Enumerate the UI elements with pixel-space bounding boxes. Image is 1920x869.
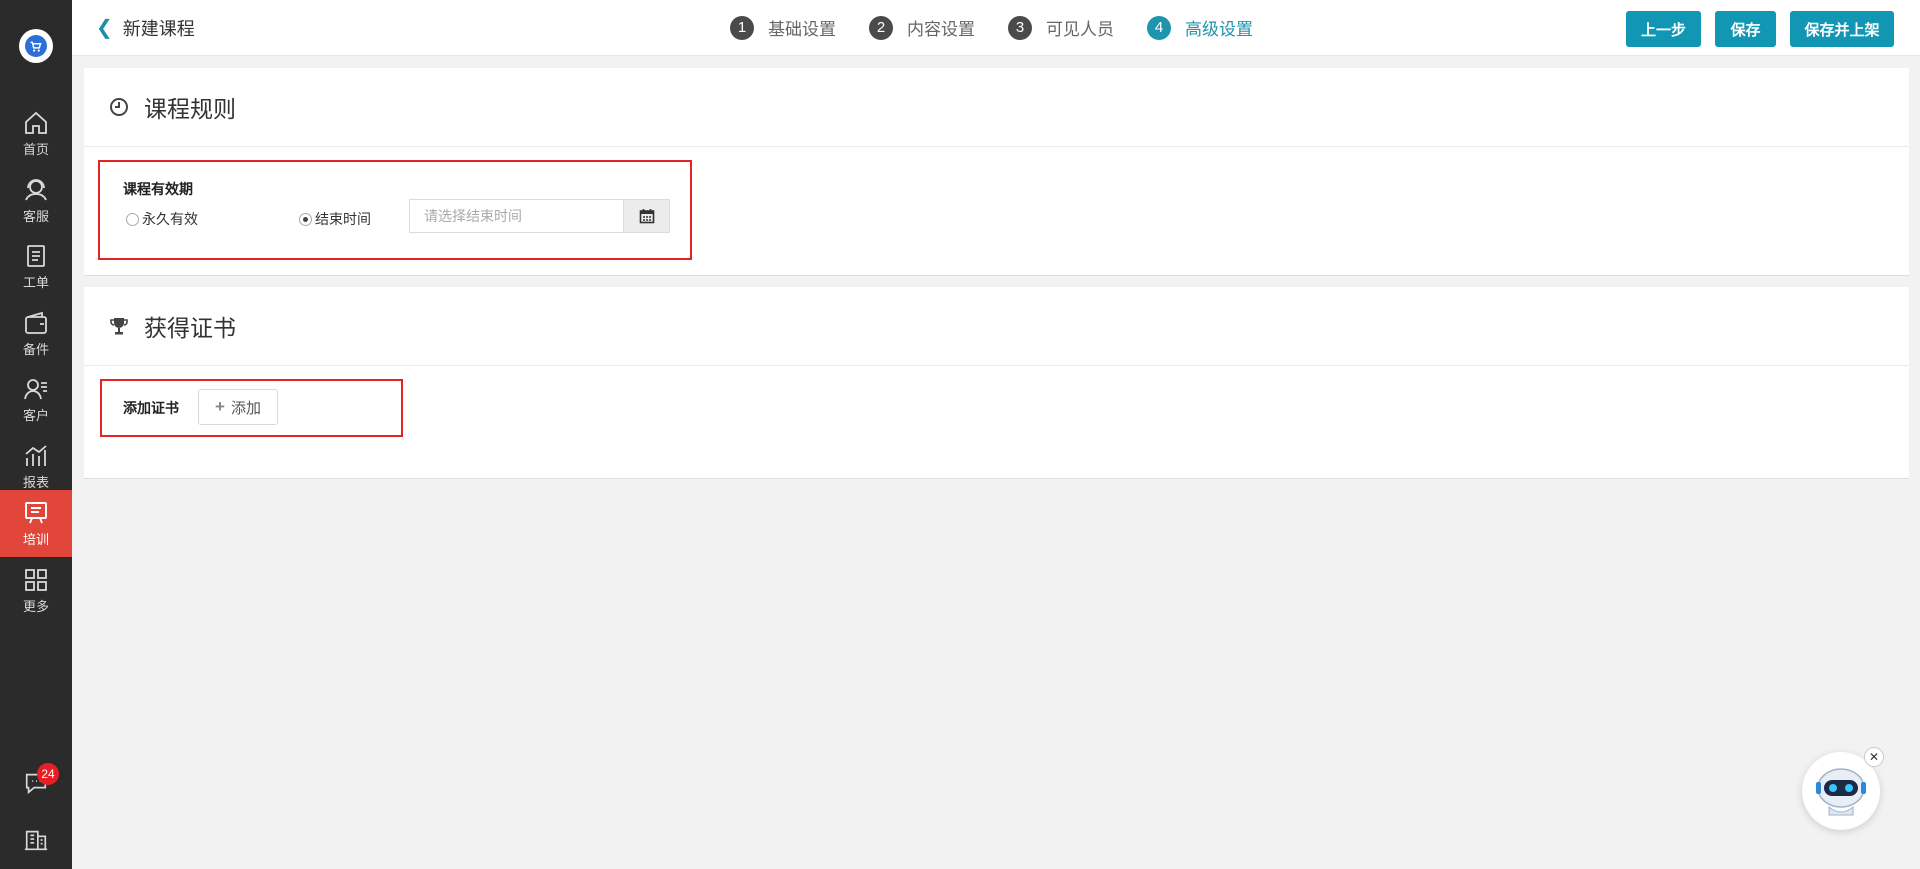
step-basic[interactable]: 1 基础设置 bbox=[730, 15, 836, 40]
calendar-button[interactable] bbox=[623, 199, 670, 233]
app-logo[interactable] bbox=[19, 29, 53, 63]
radio-label: 结束时间 bbox=[315, 211, 371, 227]
close-assistant-button[interactable]: ✕ bbox=[1864, 747, 1884, 767]
course-rules-header: 课程规则 bbox=[84, 68, 1909, 147]
sidebar-item-label: 客服 bbox=[22, 208, 49, 224]
sidebar-item-workorder[interactable]: 工单 bbox=[0, 233, 72, 299]
save-and-publish-button[interactable]: 保存并上架 bbox=[1790, 11, 1894, 47]
building-icon bbox=[24, 830, 48, 851]
add-certificate-label: 添加证书 bbox=[123, 400, 179, 416]
step-content[interactable]: 2 内容设置 bbox=[869, 15, 975, 40]
plus-icon: + bbox=[215, 397, 225, 416]
training-icon bbox=[25, 502, 47, 524]
sidebar-item-label: 首页 bbox=[22, 141, 49, 157]
sidebar-item-label: 更多 bbox=[22, 598, 49, 614]
section-title: 获得证书 bbox=[144, 315, 236, 341]
headset-icon bbox=[25, 178, 47, 200]
customer-icon bbox=[24, 378, 47, 399]
radio-label: 永久有效 bbox=[142, 211, 198, 227]
messages-button[interactable]: 24 bbox=[0, 763, 72, 803]
sidebar-item-label: 工单 bbox=[22, 274, 49, 290]
sidebar-item-label: 报表 bbox=[22, 474, 49, 490]
grid-icon bbox=[25, 568, 47, 591]
chevron-left-icon: ❮ bbox=[96, 17, 113, 39]
step-label: 基础设置 bbox=[768, 20, 836, 39]
step-number: 2 bbox=[869, 15, 893, 40]
cart-logo-icon bbox=[25, 35, 47, 57]
close-icon: ✕ bbox=[1868, 750, 1880, 764]
step-number: 1 bbox=[730, 15, 754, 40]
add-button-label: 添加 bbox=[230, 399, 261, 417]
end-time-input[interactable]: 请选择结束时间 bbox=[409, 199, 623, 233]
step-label: 内容设置 bbox=[907, 20, 975, 39]
sidebar-item-customer[interactable]: 客户 bbox=[0, 366, 72, 432]
chart-icon bbox=[25, 444, 47, 466]
sidebar-item-label: 客户 bbox=[22, 407, 49, 423]
radio-button[interactable] bbox=[126, 212, 139, 226]
radio-forever[interactable]: 永久有效 bbox=[126, 209, 198, 229]
sidebar-item-more[interactable]: 更多 bbox=[0, 557, 72, 623]
step-indicator: 1 基础设置 2 内容设置 3 可见人员 4 高级设置 bbox=[730, 0, 1286, 55]
step-number: 3 bbox=[1008, 15, 1032, 40]
sidebar-item-label: 备件 bbox=[22, 341, 49, 357]
certificate-header: 获得证书 bbox=[84, 287, 1909, 366]
save-button[interactable]: 保存 bbox=[1715, 11, 1776, 47]
step-number: 4 bbox=[1147, 15, 1171, 40]
sidebar-item-parts[interactable]: 备件 bbox=[0, 300, 72, 366]
page-title: 新建课程 bbox=[122, 18, 195, 39]
message-count-badge: 24 bbox=[37, 763, 59, 785]
top-header: ❮ 新建课程 1 基础设置 2 内容设置 3 可见人员 4 高级设置 上一步 保… bbox=[72, 0, 1920, 56]
step-visibility[interactable]: 3 可见人员 bbox=[1008, 15, 1114, 40]
sidebar-item-label: 培训 bbox=[22, 532, 49, 547]
company-button[interactable] bbox=[0, 820, 72, 860]
trophy-icon bbox=[110, 318, 128, 335]
clipboard-icon bbox=[27, 244, 45, 267]
end-time-placeholder: 请选择结束时间 bbox=[424, 208, 522, 224]
step-label: 高级设置 bbox=[1185, 20, 1253, 39]
step-advanced[interactable]: 4 高级设置 bbox=[1147, 15, 1253, 40]
previous-step-button[interactable]: 上一步 bbox=[1626, 11, 1701, 47]
clock-icon bbox=[110, 98, 128, 116]
radio-button-selected[interactable] bbox=[299, 212, 312, 226]
home-icon bbox=[25, 111, 47, 134]
sidebar-item-home[interactable]: 首页 bbox=[0, 100, 72, 166]
sidebar: 首页 客服 工单 备件 客户 报表 培训 更多 24 bbox=[0, 0, 72, 869]
back-button[interactable]: ❮ 新建课程 bbox=[96, 0, 195, 55]
validity-label: 课程有效期 bbox=[123, 181, 193, 197]
radio-end-time[interactable]: 结束时间 bbox=[299, 209, 371, 229]
sidebar-item-service[interactable]: 客服 bbox=[0, 167, 72, 233]
step-label: 可见人员 bbox=[1046, 20, 1114, 39]
sidebar-item-training[interactable]: 培训 bbox=[0, 490, 72, 557]
wallet-icon bbox=[25, 311, 47, 334]
calendar-icon bbox=[639, 209, 654, 224]
add-certificate-button[interactable]: + 添加 bbox=[198, 389, 278, 425]
section-title: 课程规则 bbox=[144, 96, 236, 122]
